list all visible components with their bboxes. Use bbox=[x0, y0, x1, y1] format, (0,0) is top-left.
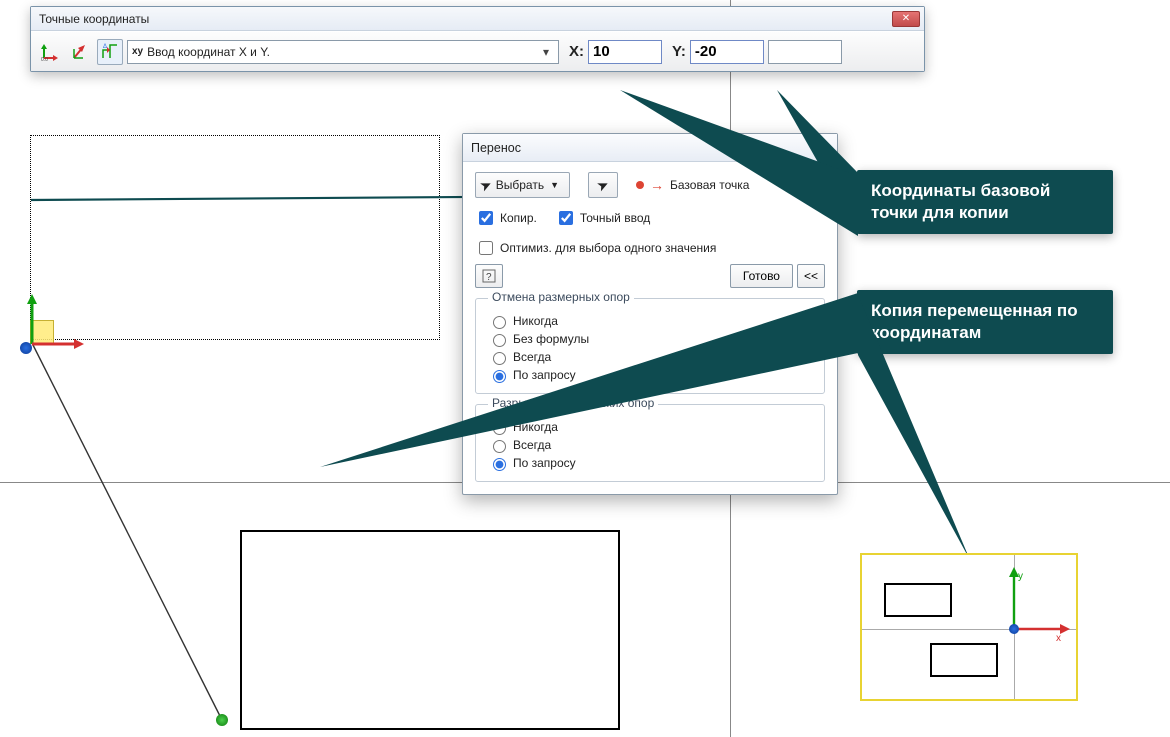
svg-text:Δ: Δ bbox=[103, 44, 107, 50]
mode-relative-icon[interactable]: Δ bbox=[97, 39, 123, 65]
window-title: Точные координаты bbox=[35, 12, 149, 26]
chevron-down-icon: ▼ bbox=[550, 180, 559, 190]
coordinates-window: Точные координаты ✕ 0,0 Δ xy Ввод коорди… bbox=[30, 6, 925, 72]
radio-g1-1[interactable]: Без формулы bbox=[488, 331, 812, 347]
svg-text:?: ? bbox=[486, 272, 492, 283]
radio-g1-2[interactable]: Всегда bbox=[488, 349, 812, 365]
basepoint-pick-button[interactable]: ➤ bbox=[588, 172, 618, 198]
mode-global-icon[interactable]: 0,0 bbox=[37, 39, 63, 65]
callout-moved-copy: Копия перемещенная по координатам bbox=[857, 290, 1113, 354]
select-button[interactable]: ➤ Выбрать ▼ bbox=[475, 172, 570, 198]
x-input[interactable] bbox=[588, 40, 662, 64]
copy-checkbox[interactable]: Копир. bbox=[475, 208, 537, 228]
radio-g2-1[interactable]: Всегда bbox=[488, 437, 812, 453]
coordinate-mode-combo[interactable]: xy Ввод координат X и Y. ▾ bbox=[127, 40, 559, 64]
original-rectangle bbox=[30, 135, 440, 340]
geom-anchor-group: Разрыв геометрических опор НикогдаВсегда… bbox=[475, 404, 825, 482]
svg-text:y: y bbox=[1018, 571, 1023, 582]
x-label: X: bbox=[569, 43, 584, 60]
preview-origin-icon bbox=[1009, 624, 1019, 634]
collapse-button[interactable]: << bbox=[797, 264, 825, 288]
radio-g2-2[interactable]: По запросу bbox=[488, 455, 812, 471]
callout-base-coords: Координаты базовой точки для копии bbox=[857, 170, 1113, 234]
base-point-indicator: → Базовая точка bbox=[636, 177, 749, 193]
cursor-icon: ➤ bbox=[594, 175, 612, 195]
cursor-icon: ➤ bbox=[477, 175, 495, 195]
moved-rectangle bbox=[240, 530, 620, 730]
svg-text:0,0: 0,0 bbox=[41, 57, 48, 61]
y-label: Y: bbox=[672, 43, 686, 60]
coordinate-origin bbox=[26, 308, 86, 348]
precise-input-checkbox[interactable]: Точный ввод bbox=[555, 208, 650, 228]
optimize-checkbox[interactable]: Оптимиз. для выбора одного значения bbox=[475, 238, 716, 258]
chevron-down-icon: ▾ bbox=[538, 45, 554, 59]
radio-g2-0[interactable]: Никогда bbox=[488, 419, 812, 435]
coordinates-toolbar: 0,0 Δ xy Ввод координат X и Y. ▾ X: Y: bbox=[31, 31, 924, 71]
svg-text:x: x bbox=[1056, 633, 1061, 644]
done-button[interactable]: Готово bbox=[730, 264, 793, 288]
result-preview: x y bbox=[860, 553, 1078, 701]
dimension-anchor-group: Отмена размерных опор НикогдаБез формулы… bbox=[475, 298, 825, 394]
window-titlebar[interactable]: Точные координаты ✕ bbox=[31, 7, 924, 31]
base-point-icon bbox=[636, 181, 644, 189]
radio-g1-0[interactable]: Никогда bbox=[488, 313, 812, 329]
node-point-icon bbox=[216, 714, 228, 726]
radio-g1-3[interactable]: По запросу bbox=[488, 367, 812, 383]
origin-point-icon bbox=[20, 342, 32, 354]
origin-highlight bbox=[30, 320, 54, 344]
combo-text: Ввод координат X и Y. bbox=[147, 45, 270, 59]
help-button[interactable]: ? bbox=[475, 264, 503, 288]
dialog-titlebar[interactable]: Перенос bbox=[463, 134, 837, 162]
combo-prefix: xy bbox=[132, 46, 143, 57]
translate-dialog: Перенос ➤ Выбрать ▼ ➤ → Базовая точка Ко… bbox=[462, 133, 838, 495]
close-icon[interactable]: ✕ bbox=[892, 11, 920, 27]
extra-input[interactable] bbox=[768, 40, 842, 64]
y-input[interactable] bbox=[690, 40, 764, 64]
mode-polar-icon[interactable] bbox=[67, 39, 93, 65]
dialog-title: Перенос bbox=[471, 141, 521, 155]
